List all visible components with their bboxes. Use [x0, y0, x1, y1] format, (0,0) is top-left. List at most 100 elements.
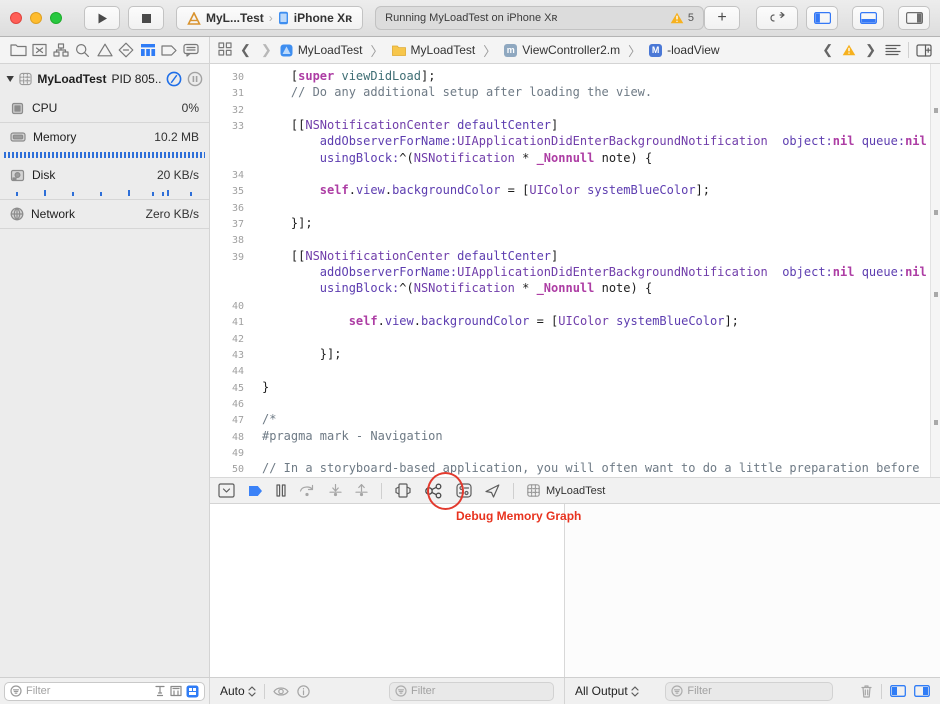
info-icon[interactable] [297, 685, 310, 698]
debug-navigator-icon-selected[interactable] [138, 40, 158, 60]
step-into-icon[interactable] [329, 484, 342, 497]
code-line[interactable]: 35 self.view.backgroundColor = [UIColor … [210, 182, 940, 198]
disclosure-triangle-icon[interactable] [6, 75, 14, 83]
code-line[interactable]: 49 [210, 444, 940, 460]
code-line[interactable]: 48#pragma mark - Navigation [210, 428, 940, 444]
step-out-icon[interactable] [355, 484, 368, 497]
gauge-value: 20 KB/s [157, 168, 199, 182]
code-line[interactable]: 39 [[NSNotificationCenter defaultCenter] [210, 248, 940, 264]
breadcrumb-project[interactable]: MyLoadTest [280, 43, 363, 57]
memory-graph-icon[interactable] [424, 483, 443, 499]
code-line[interactable]: 32 [210, 101, 940, 117]
navigator-filter-field[interactable]: Filter [4, 682, 205, 701]
device-icon [278, 11, 289, 25]
breakpoints-toggle-icon[interactable] [248, 485, 263, 497]
disk-gauge-row[interactable]: Disk 20 KB/s [0, 161, 209, 189]
trash-icon[interactable] [860, 684, 873, 698]
minimize-window-icon[interactable] [30, 12, 42, 24]
code-line[interactable]: addObserverForName:UIApplicationDidEnter… [210, 133, 940, 149]
symbol-navigator-icon[interactable] [51, 40, 71, 60]
source-control-navigator-icon[interactable] [30, 40, 50, 60]
variables-filter-field[interactable]: Filter [389, 682, 554, 701]
issue-navigator-icon[interactable] [95, 40, 115, 60]
memory-gauge-row[interactable]: Memory 10.2 MB [0, 123, 209, 151]
code-line[interactable]: 30 [super viewDidLoad]; [210, 68, 940, 84]
editor-scrollbar[interactable] [930, 64, 940, 477]
add-editor-icon[interactable] [916, 44, 932, 57]
forward-icon[interactable]: ❯ [259, 42, 274, 58]
close-window-icon[interactable] [10, 12, 22, 24]
console-bar: All Output Filter [565, 678, 940, 704]
m-file-icon: m [504, 44, 517, 57]
process-row[interactable]: MyLoadTest PID 805... [0, 64, 209, 94]
stop-process-icon[interactable] [187, 71, 203, 87]
test-navigator-icon[interactable] [116, 40, 136, 60]
pause-process-icon[interactable] [166, 71, 182, 87]
simulate-location-icon[interactable] [485, 484, 500, 498]
quicklook-eye-icon[interactable] [273, 686, 289, 697]
add-editor-button[interactable]: + [704, 6, 740, 30]
debug-area-toggle-button[interactable] [852, 6, 884, 30]
warning-icon[interactable] [842, 44, 856, 56]
variables-pane-toggle-icon[interactable] [890, 685, 906, 697]
source-editor[interactable]: 30 [super viewDidLoad];31 // Do any addi… [210, 64, 940, 477]
hide-debug-area-icon[interactable] [218, 483, 235, 498]
breadcrumb-method[interactable]: M -loadView [649, 43, 719, 57]
back-icon[interactable]: ❮ [238, 42, 253, 58]
console-scope-popup[interactable]: All Output [575, 684, 639, 698]
report-navigator-icon[interactable] [181, 40, 201, 60]
stop-button[interactable] [128, 6, 164, 30]
next-issue-icon[interactable]: ❯ [863, 42, 878, 58]
cpu-gauge-row[interactable]: CPU 0% [0, 94, 209, 122]
pause-execution-icon[interactable] [276, 484, 286, 497]
code-line[interactable]: 33 [[NSNotificationCenter defaultCenter] [210, 117, 940, 133]
previous-issue-icon[interactable]: ❮ [820, 42, 835, 58]
code-line[interactable]: 40 [210, 297, 940, 313]
warning-icon [670, 12, 684, 24]
run-button[interactable] [84, 6, 120, 30]
scheme-selector[interactable]: MyL...Test › iPhone Xʀ [176, 6, 363, 30]
console-view[interactable] [565, 504, 940, 677]
stack-filter-icon[interactable] [170, 685, 182, 697]
code-line[interactable]: 36 [210, 199, 940, 215]
code-review-button[interactable] [756, 6, 798, 30]
code-line[interactable]: 37 }]; [210, 215, 940, 231]
view-debugger-icon[interactable] [395, 483, 411, 498]
variables-scope-popup[interactable]: Auto [220, 684, 256, 698]
related-items-icon[interactable] [218, 42, 232, 59]
code-line[interactable]: 41 self.view.backgroundColor = [UIColor … [210, 313, 940, 329]
environment-overrides-icon[interactable] [456, 483, 472, 498]
code-line[interactable]: usingBlock:^(NSNotification * _Nonnull n… [210, 150, 940, 166]
code-line[interactable]: addObserverForName:UIApplicationDidEnter… [210, 264, 940, 280]
zoom-window-icon[interactable] [50, 12, 62, 24]
code-line[interactable]: 46 [210, 395, 940, 411]
minimap-list-icon[interactable] [885, 44, 901, 56]
code-line[interactable]: 31 // Do any additional setup after load… [210, 84, 940, 100]
console-pane-toggle-icon[interactable] [914, 685, 930, 697]
breakpoint-navigator-icon[interactable] [159, 40, 179, 60]
code-line[interactable]: 47/* [210, 411, 940, 427]
code-line[interactable]: 43 }]; [210, 346, 940, 362]
breadcrumb-group[interactable]: MyLoadTest [392, 43, 476, 57]
code-line[interactable]: 42 [210, 330, 940, 346]
breadcrumb-file[interactable]: m ViewController2.m [504, 43, 620, 57]
step-over-icon[interactable] [299, 484, 316, 497]
network-gauge-row[interactable]: Network Zero KB/s [0, 200, 209, 228]
find-navigator-icon[interactable] [73, 40, 93, 60]
navigator-toggle-button[interactable] [806, 6, 838, 30]
gauge-label: Network [31, 207, 75, 221]
code-line[interactable]: 50// In a storyboard-based application, … [210, 460, 940, 476]
code-line[interactable]: 38 [210, 231, 940, 247]
issues-summary[interactable]: 5 [670, 12, 694, 24]
code-line[interactable]: 45} [210, 379, 940, 395]
debug-process-selector[interactable]: MyLoadTest [527, 484, 605, 497]
console-filter-field[interactable]: Filter [665, 682, 833, 701]
code-line[interactable]: 34 [210, 166, 940, 182]
code-line[interactable]: usingBlock:^(NSNotification * _Nonnull n… [210, 280, 940, 296]
project-navigator-icon[interactable] [8, 40, 28, 60]
gauge-filter-icon[interactable] [154, 685, 166, 697]
variables-view[interactable] [210, 504, 565, 677]
inspector-toggle-button[interactable] [898, 6, 930, 30]
code-line[interactable]: 44 [210, 362, 940, 378]
view-mode-icon-selected[interactable] [186, 685, 199, 698]
